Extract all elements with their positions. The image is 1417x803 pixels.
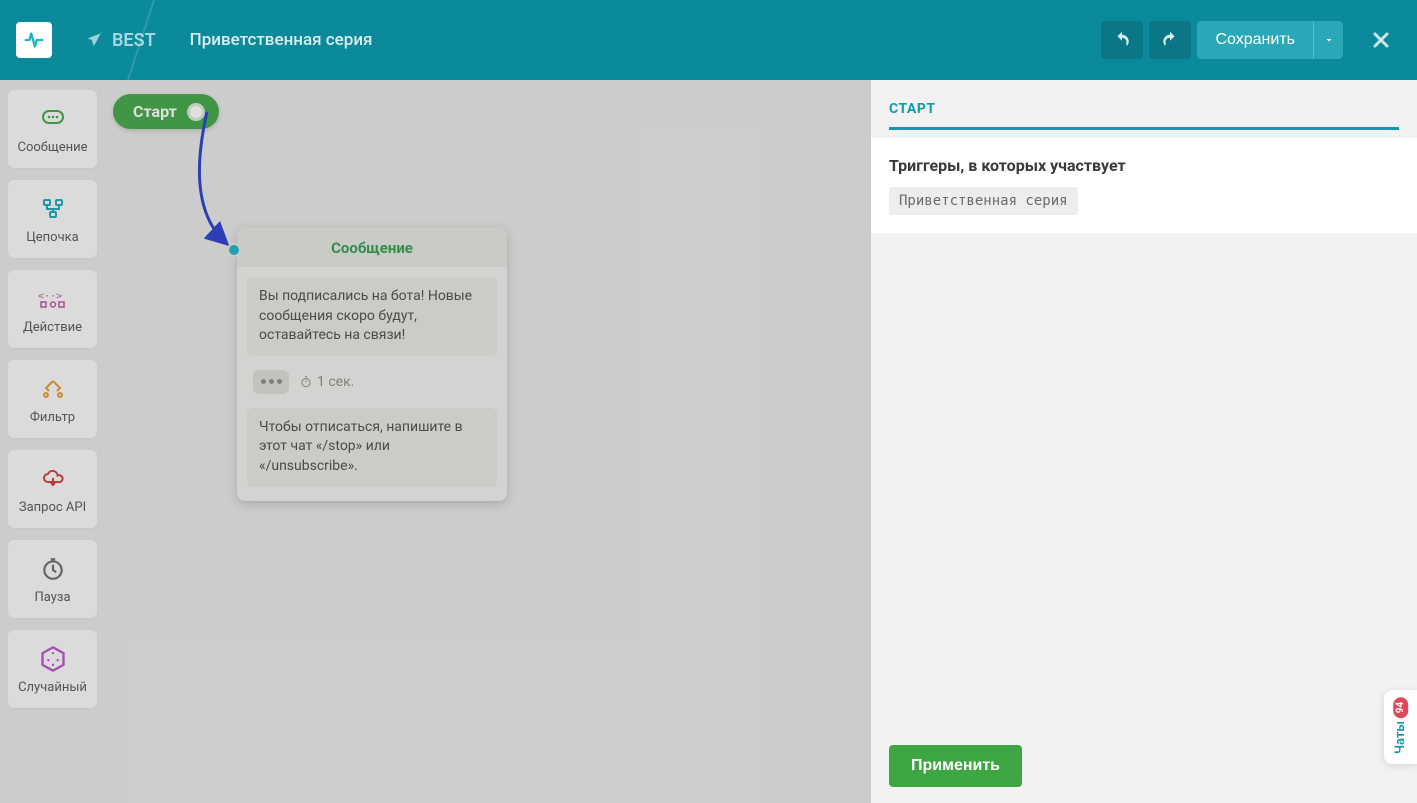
tool-label: Случайный	[18, 680, 87, 695]
filter-branch-icon	[38, 374, 68, 404]
message-bubble-icon	[38, 104, 68, 134]
telegram-icon	[86, 31, 104, 49]
tool-action[interactable]: <··> Действие	[8, 270, 97, 348]
chats-label: Чаты	[1393, 721, 1408, 754]
typing-delay-text: 1 сек.	[317, 374, 354, 390]
tool-message[interactable]: Сообщение	[8, 90, 97, 168]
message-node-title: Сообщение	[237, 227, 507, 267]
app-logo[interactable]	[16, 22, 52, 58]
tool-label: Пауза	[34, 590, 70, 605]
tool-label: Фильтр	[30, 410, 75, 425]
undo-button[interactable]	[1101, 21, 1143, 59]
tool-api[interactable]: Запрос API	[8, 450, 97, 528]
cloud-api-icon	[38, 464, 68, 494]
panel-footer: Применить	[871, 729, 1417, 803]
chats-side-tab[interactable]: 94 Чаты	[1384, 690, 1417, 764]
typing-dots-icon	[253, 370, 289, 394]
tool-random[interactable]: Случайный	[8, 630, 97, 708]
flow-title: Приветственная серия	[190, 30, 373, 50]
pulse-icon	[23, 29, 45, 51]
tool-label: Сообщение	[18, 140, 88, 155]
message-node-body: Вы подписались на бота! Новые сообщения …	[237, 267, 507, 501]
flow-canvas[interactable]: Старт Сообщение Вы подписались на бота! …	[105, 80, 871, 803]
tool-label: Действие	[23, 320, 82, 335]
tool-chain[interactable]: Цепочка	[8, 180, 97, 258]
typing-delay-row: 1 сек.	[247, 366, 497, 398]
flowchart-icon	[38, 194, 68, 224]
typing-delay-value: 1 сек.	[299, 374, 354, 390]
message-bubble-1: Вы подписались на бота! Новые сообщения …	[247, 277, 497, 356]
panel-tabs: СТАРТ	[871, 80, 1417, 130]
close-button[interactable]	[1361, 20, 1401, 60]
triggers-section: Триггеры, в которых участвует Приветстве…	[871, 138, 1417, 233]
save-button-group: Сохранить	[1197, 21, 1343, 59]
undo-icon	[1113, 31, 1131, 49]
message-node[interactable]: Сообщение Вы подписались на бота! Новые …	[237, 227, 507, 501]
bot-breadcrumb[interactable]: BEST	[86, 30, 156, 51]
triggers-section-title: Триггеры, в которых участвует	[889, 156, 1399, 175]
dice-icon	[38, 644, 68, 674]
caret-down-icon	[1323, 34, 1335, 46]
action-icon: <··>	[38, 284, 68, 314]
chats-badge: 94	[1393, 697, 1408, 718]
tool-pause[interactable]: Пауза	[8, 540, 97, 618]
close-icon	[1369, 28, 1393, 52]
bot-name: BEST	[112, 30, 156, 51]
trigger-chip[interactable]: Приветственная серия	[889, 187, 1078, 215]
header-actions: Сохранить	[1101, 20, 1401, 60]
svg-text:<··>: <··>	[38, 291, 62, 302]
stopwatch-small-icon	[299, 375, 313, 389]
app-header: BEST Приветственная серия Сохранить	[0, 0, 1417, 80]
toolbox: Сообщение Цепочка <··> Действие Фильтр З…	[0, 80, 105, 803]
tool-label: Цепочка	[26, 230, 79, 245]
save-button[interactable]: Сохранить	[1197, 21, 1313, 59]
message-in-port[interactable]	[227, 243, 241, 257]
start-label: Старт	[133, 102, 177, 121]
save-dropdown-toggle[interactable]	[1313, 21, 1343, 59]
tool-label: Запрос API	[19, 500, 86, 515]
tool-filter[interactable]: Фильтр	[8, 360, 97, 438]
main-area: Сообщение Цепочка <··> Действие Фильтр З…	[0, 80, 1417, 803]
tab-start[interactable]: СТАРТ	[889, 101, 1399, 130]
redo-icon	[1161, 31, 1179, 49]
stopwatch-icon	[38, 554, 68, 584]
message-bubble-2: Чтобы отписаться, напишите в этот чат «/…	[247, 408, 497, 487]
redo-button[interactable]	[1149, 21, 1191, 59]
apply-button[interactable]: Применить	[889, 745, 1022, 787]
properties-panel: СТАРТ Триггеры, в которых участвует Прив…	[871, 80, 1417, 803]
